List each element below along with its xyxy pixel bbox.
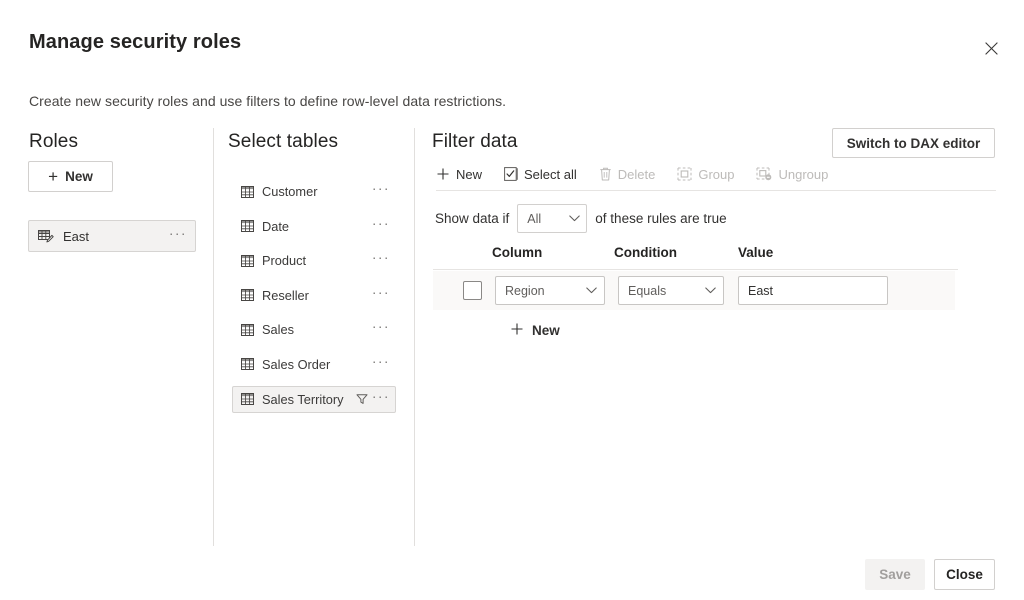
- show-data-if-row: Show data if All of these rules are true: [435, 204, 727, 233]
- table-icon: [241, 289, 254, 301]
- checkbox-icon: [504, 167, 518, 181]
- panel-divider-roles-tables: [213, 128, 214, 546]
- filter-group-label: Group: [698, 167, 734, 182]
- toolbar-separator: [436, 190, 996, 191]
- filter-group-button: Group: [677, 167, 734, 182]
- table-item-label: Sales Order: [262, 357, 372, 372]
- show-data-if-prefix: Show data if: [435, 211, 509, 226]
- page-title: Manage security roles: [29, 31, 241, 54]
- table-item-label: Date: [262, 219, 372, 234]
- filter-delete-button: Delete: [599, 167, 656, 182]
- rule-condition-value: Equals: [628, 284, 666, 298]
- table-overflow-menu-button[interactable]: ···: [372, 185, 390, 198]
- filter-ungroup-button: Ungroup: [756, 167, 828, 182]
- table-item-label: Reseller: [262, 288, 372, 303]
- table-icon: [241, 393, 254, 405]
- rule-column-select[interactable]: Region: [495, 276, 605, 305]
- close-button[interactable]: Close: [934, 559, 995, 590]
- tables-list: Customer ··· Date ··· Product ···: [232, 178, 396, 420]
- new-role-button[interactable]: + New: [28, 161, 113, 192]
- new-rule-button[interactable]: New: [510, 318, 560, 342]
- table-item-label: Sales: [262, 322, 372, 337]
- plus-icon: [436, 167, 450, 181]
- show-data-if-suffix: of these rules are true: [595, 211, 726, 226]
- save-button[interactable]: Save: [865, 559, 925, 590]
- show-data-if-value: All: [527, 212, 541, 226]
- filter-new-label: New: [456, 167, 482, 182]
- table-item-date[interactable]: Date ···: [232, 213, 396, 240]
- roles-panel-heading: Roles: [29, 131, 78, 153]
- table-item-label: Sales Territory: [262, 392, 356, 407]
- tables-panel-heading: Select tables: [228, 131, 338, 153]
- table-overflow-menu-button[interactable]: ···: [372, 220, 390, 233]
- table-icon: [241, 324, 254, 336]
- show-data-if-select[interactable]: All: [517, 204, 587, 233]
- filter-select-all-button[interactable]: Select all: [504, 167, 577, 182]
- table-item-sales[interactable]: Sales ···: [232, 316, 396, 343]
- table-item-sales-order[interactable]: Sales Order ···: [232, 351, 396, 378]
- rule-select-checkbox[interactable]: [463, 281, 482, 300]
- rule-column-value: Region: [505, 284, 545, 298]
- role-item-east[interactable]: East ···: [28, 220, 196, 252]
- table-icon: [241, 358, 254, 370]
- table-item-sales-territory[interactable]: Sales Territory ···: [232, 386, 396, 413]
- rule-value-input[interactable]: [738, 276, 888, 305]
- table-edit-icon: [38, 229, 54, 244]
- table-overflow-menu-button[interactable]: ···: [372, 393, 390, 406]
- column-header-value: Value: [738, 245, 773, 260]
- filter-rule-row: Region Equals: [433, 271, 955, 310]
- table-icon: [241, 186, 254, 198]
- table-item-reseller[interactable]: Reseller ···: [232, 282, 396, 309]
- table-overflow-menu-button[interactable]: ···: [372, 358, 390, 371]
- table-icon: [241, 255, 254, 267]
- column-header-condition: Condition: [614, 245, 677, 260]
- table-item-label: Customer: [262, 184, 372, 199]
- role-item-label: East: [63, 229, 169, 244]
- role-overflow-menu-button[interactable]: ···: [169, 230, 187, 243]
- table-overflow-menu-button[interactable]: ···: [372, 254, 390, 267]
- table-item-customer[interactable]: Customer ···: [232, 178, 396, 205]
- trash-icon: [599, 167, 612, 181]
- panel-divider-tables-filter: [414, 128, 415, 546]
- close-icon: [985, 42, 998, 55]
- table-icon: [241, 220, 254, 232]
- chevron-down-icon: [569, 215, 580, 222]
- new-role-button-label: New: [65, 169, 93, 184]
- filter-delete-label: Delete: [618, 167, 656, 182]
- filter-new-button[interactable]: New: [436, 167, 482, 182]
- chevron-down-icon: [586, 287, 597, 294]
- plus-icon: [510, 322, 524, 339]
- new-rule-button-label: New: [532, 323, 560, 338]
- table-overflow-menu-button[interactable]: ···: [372, 289, 390, 302]
- ungroup-icon: [756, 167, 772, 181]
- column-header-column: Column: [492, 245, 542, 260]
- table-item-product[interactable]: Product ···: [232, 247, 396, 274]
- group-icon: [677, 167, 692, 181]
- filter-select-all-label: Select all: [524, 167, 577, 182]
- filter-ungroup-label: Ungroup: [778, 167, 828, 182]
- close-dialog-button[interactable]: [976, 33, 1006, 63]
- plus-icon: +: [48, 168, 58, 185]
- rule-condition-select[interactable]: Equals: [618, 276, 724, 305]
- table-overflow-menu-button[interactable]: ···: [372, 323, 390, 336]
- filter-panel-heading: Filter data: [432, 131, 518, 153]
- rules-header-separator: [433, 269, 958, 270]
- filter-toolbar: New Select all Delete: [436, 163, 850, 185]
- chevron-down-icon: [705, 287, 716, 294]
- dialog-subtitle: Create new security roles and use filter…: [29, 93, 506, 109]
- table-item-label: Product: [262, 253, 372, 268]
- switch-to-dax-editor-button[interactable]: Switch to DAX editor: [832, 128, 995, 158]
- filter-funnel-icon: [356, 393, 368, 405]
